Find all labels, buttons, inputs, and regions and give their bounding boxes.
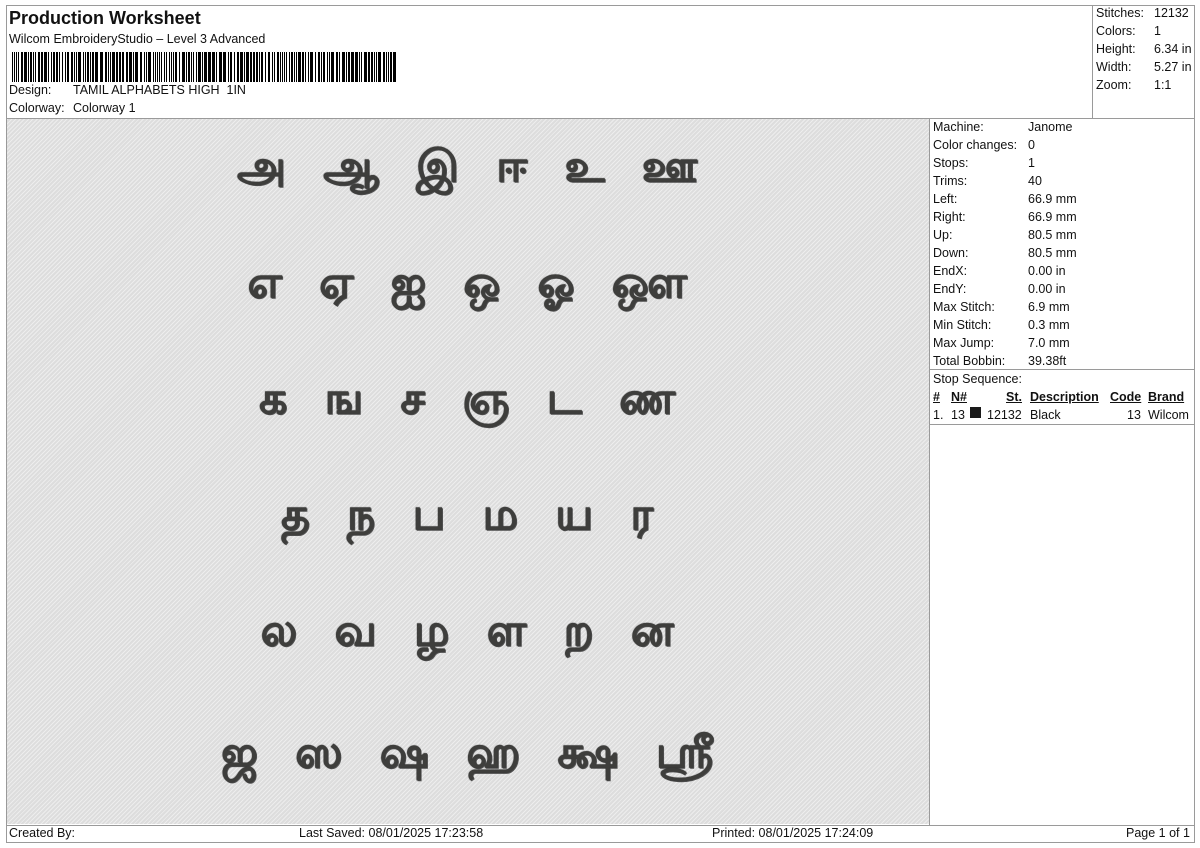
design-label: Design: [9,83,52,97]
info-endx: EndX: 0.00 in [933,264,1066,278]
glyph-row: எ ஏ ஐ ஒ ஓ ஔ [247,257,689,308]
col-header-brand: Brand [1148,390,1185,404]
seq-needle: 13 [951,408,965,422]
info-left: Left: 66.9 mm [933,192,1077,206]
info-down: Down: 80.5 mm [933,246,1077,260]
info-endy: EndY: 0.00 in [933,282,1066,296]
glyph-row: த ந ப ம ய ர [280,489,656,540]
col-header-code: Code [1110,390,1142,404]
info-up: Up: 80.5 mm [933,228,1077,242]
info-trims: Trims: 40 [933,174,1042,188]
footer-created-by: Created By: [9,826,76,840]
colorway-value: Colorway 1 [73,101,136,115]
stat-zoom: Zoom: 1:1 [1096,78,1172,92]
color-swatch [970,407,981,418]
stat-height: Height: 6.34 in [1096,42,1192,56]
footer-divider [6,825,1195,826]
barcode [12,52,396,82]
colorway-label: Colorway: [9,101,65,115]
stop-sequence-divider [929,424,1195,425]
colorway-row: Colorway: Colorway 1 [9,101,136,115]
stat-stitches: Stitches: 12132 [1096,6,1189,20]
info-stops: Stops: 1 [933,156,1035,170]
design-row: Design: TAMIL ALPHABETS HIGH 1IN [9,83,246,97]
footer-last-saved: Last Saved: 08/01/2025 17:23:58 [299,826,484,840]
info-color-changes: Color changes: 0 [933,138,1035,152]
col-header-index: # [933,390,940,404]
info-total-bobbin: Total Bobbin: 39.38ft [933,354,1067,368]
glyph-row: அ ஆ இ ஈ உ ஊ [236,141,700,192]
design-preview: அ ஆ இ ஈ உ ஊ எ ஏ ஐ ஒ ஓ ஔ க ங ச ஞ ட ண த ந … [7,119,929,824]
info-machine: Machine: Janome [933,120,1073,134]
header-divider-vertical [1092,5,1093,118]
seq-description: Black [1030,408,1061,422]
info-max-stitch: Max Stitch: 6.9 mm [933,300,1070,314]
glyph-row: ஜ ஸ ஷ ஹ க்ஷ ஸ்ரீ [220,727,716,778]
footer-printed: Printed: 08/01/2025 17:24:09 [712,826,874,840]
footer-page-number: Page 1 of 1 [1126,826,1190,840]
stat-width: Width: 5.27 in [1096,60,1192,74]
info-min-stitch: Min Stitch: 0.3 mm [933,318,1070,332]
stat-colors: Colors: 1 [1096,24,1161,38]
seq-code: 13 [1127,408,1141,422]
col-header-needle: N# [951,390,967,404]
page-title: Production Worksheet [9,8,201,28]
seq-stitches: 12132 [987,408,1022,422]
col-header-description: Description [1030,390,1099,404]
seq-index: 1. [933,408,944,422]
design-value: TAMIL ALPHABETS HIGH 1IN [73,83,246,97]
stop-sequence-heading: Stop Sequence: [933,372,1022,386]
software-name: Wilcom EmbroideryStudio – Level 3 Advanc… [9,32,266,46]
machine-info-divider [929,369,1195,370]
info-max-jump: Max Jump: 7.0 mm [933,336,1070,350]
worksheet-header: Production Worksheet Wilcom EmbroiderySt… [6,5,1092,118]
seq-brand: Wilcom [1148,408,1189,422]
canvas-divider [929,118,930,825]
info-right: Right: 66.9 mm [933,210,1077,224]
glyph-row: க ங ச ஞ ட ண [259,373,677,424]
glyph-row: ல வ ழ ள ற ன [260,605,676,656]
col-header-stitches: St. [1006,390,1022,404]
